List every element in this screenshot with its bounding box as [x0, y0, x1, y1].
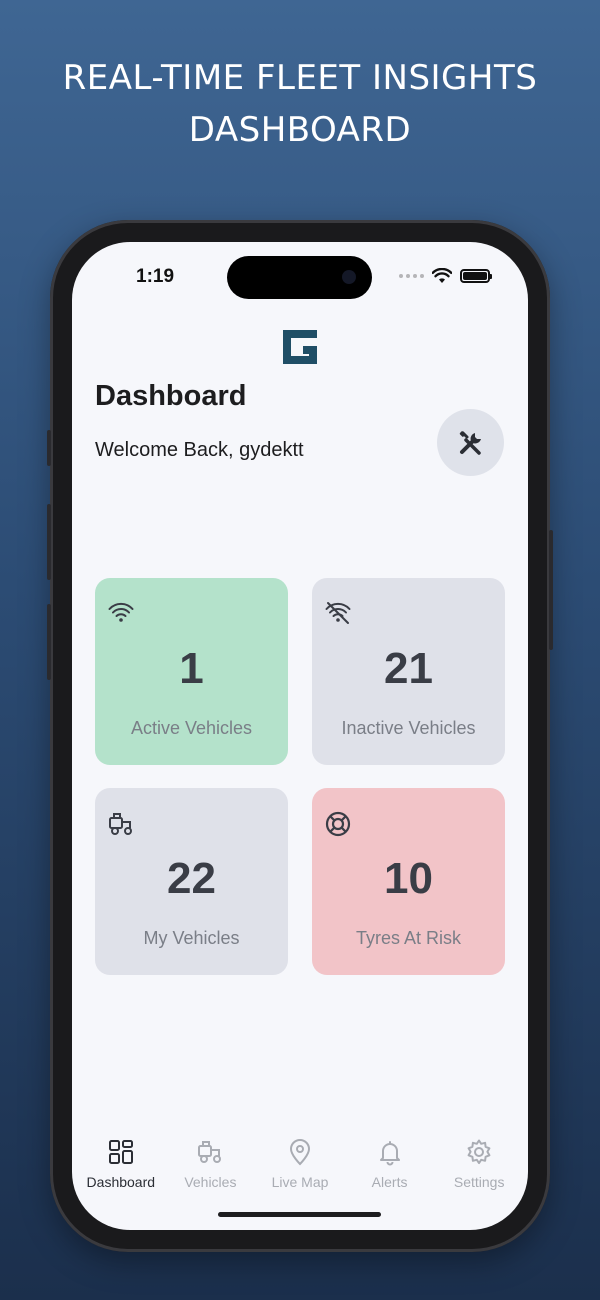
- tractor-icon: [198, 1141, 222, 1163]
- tab-settings-label: Settings: [453, 1174, 505, 1190]
- my-vehicles-card[interactable]: 22 My Vehicles: [95, 788, 288, 975]
- welcome-message: Welcome Back, gydektt: [95, 439, 304, 461]
- tab-live-map-label: Live Map: [271, 1174, 329, 1190]
- active-vehicles-count: 1: [179, 644, 204, 693]
- my-vehicles-label: My Vehicles: [143, 928, 240, 948]
- map-pin-icon: [289, 1139, 310, 1166]
- tools-button[interactable]: [437, 409, 504, 476]
- promo-line-1: REAL-TIME FLEET INSIGHTS: [62, 58, 538, 98]
- home-indicator[interactable]: [218, 1212, 381, 1217]
- tractor-icon: [109, 813, 132, 835]
- grid-icon: [108, 1140, 133, 1164]
- cellular-signal-icon: [399, 274, 424, 278]
- phone-frame: 1:19 Dashboard Welcome Back, gydektt 1 A…: [47, 220, 553, 1252]
- phone-volume-up: [47, 504, 51, 580]
- tab-vehicles[interactable]: Vehicles: [166, 1132, 256, 1202]
- bottom-tab-bar: Dashboard Vehicles Live Map Alerts Setti…: [72, 1132, 528, 1202]
- dynamic-island: [227, 256, 372, 299]
- tyres-at-risk-count: 10: [384, 854, 433, 903]
- promo-headline: REAL-TIME FLEET INSIGHTS DASHBOARD: [0, 52, 600, 156]
- tools-icon: [459, 430, 481, 455]
- active-vehicles-label: Active Vehicles: [130, 718, 253, 738]
- tab-settings[interactable]: Settings: [434, 1132, 524, 1202]
- tab-alerts[interactable]: Alerts: [345, 1132, 435, 1202]
- status-icons: [399, 268, 492, 284]
- page-title: Dashboard: [95, 380, 247, 412]
- battery-icon: [460, 269, 492, 283]
- status-time: 1:19: [136, 266, 175, 287]
- phone-silent-switch: [47, 430, 51, 466]
- inactive-vehicles-count: 21: [384, 644, 433, 693]
- my-vehicles-count: 22: [167, 854, 216, 903]
- tab-live-map[interactable]: Live Map: [255, 1132, 345, 1202]
- wifi-icon: [108, 602, 134, 622]
- promo-line-2: DASHBOARD: [188, 110, 412, 150]
- wifi-status-icon: [432, 268, 452, 283]
- phone-power-button: [549, 530, 553, 650]
- tab-alerts-label: Alerts: [371, 1174, 408, 1190]
- tab-dashboard-label: Dashboard: [86, 1174, 156, 1190]
- tyres-at-risk-label: Tyres At Risk: [355, 928, 462, 948]
- tab-vehicles-label: Vehicles: [184, 1174, 237, 1190]
- tab-dashboard[interactable]: Dashboard: [76, 1132, 166, 1202]
- active-vehicles-card[interactable]: 1 Active Vehicles: [95, 578, 288, 765]
- phone-volume-down: [47, 604, 51, 680]
- gear-icon: [467, 1139, 491, 1165]
- app-screen: 1:19 Dashboard Welcome Back, gydektt 1 A…: [72, 242, 528, 1230]
- inactive-vehicles-label: Inactive Vehicles: [341, 718, 476, 738]
- g-logo-icon: [283, 330, 317, 364]
- wifi-off-icon: [325, 602, 351, 624]
- inactive-vehicles-card[interactable]: 21 Inactive Vehicles: [312, 578, 505, 765]
- tyres-at-risk-card[interactable]: 10 Tyres At Risk: [312, 788, 505, 975]
- bell-icon: [379, 1141, 400, 1166]
- lifebuoy-icon: [325, 811, 351, 837]
